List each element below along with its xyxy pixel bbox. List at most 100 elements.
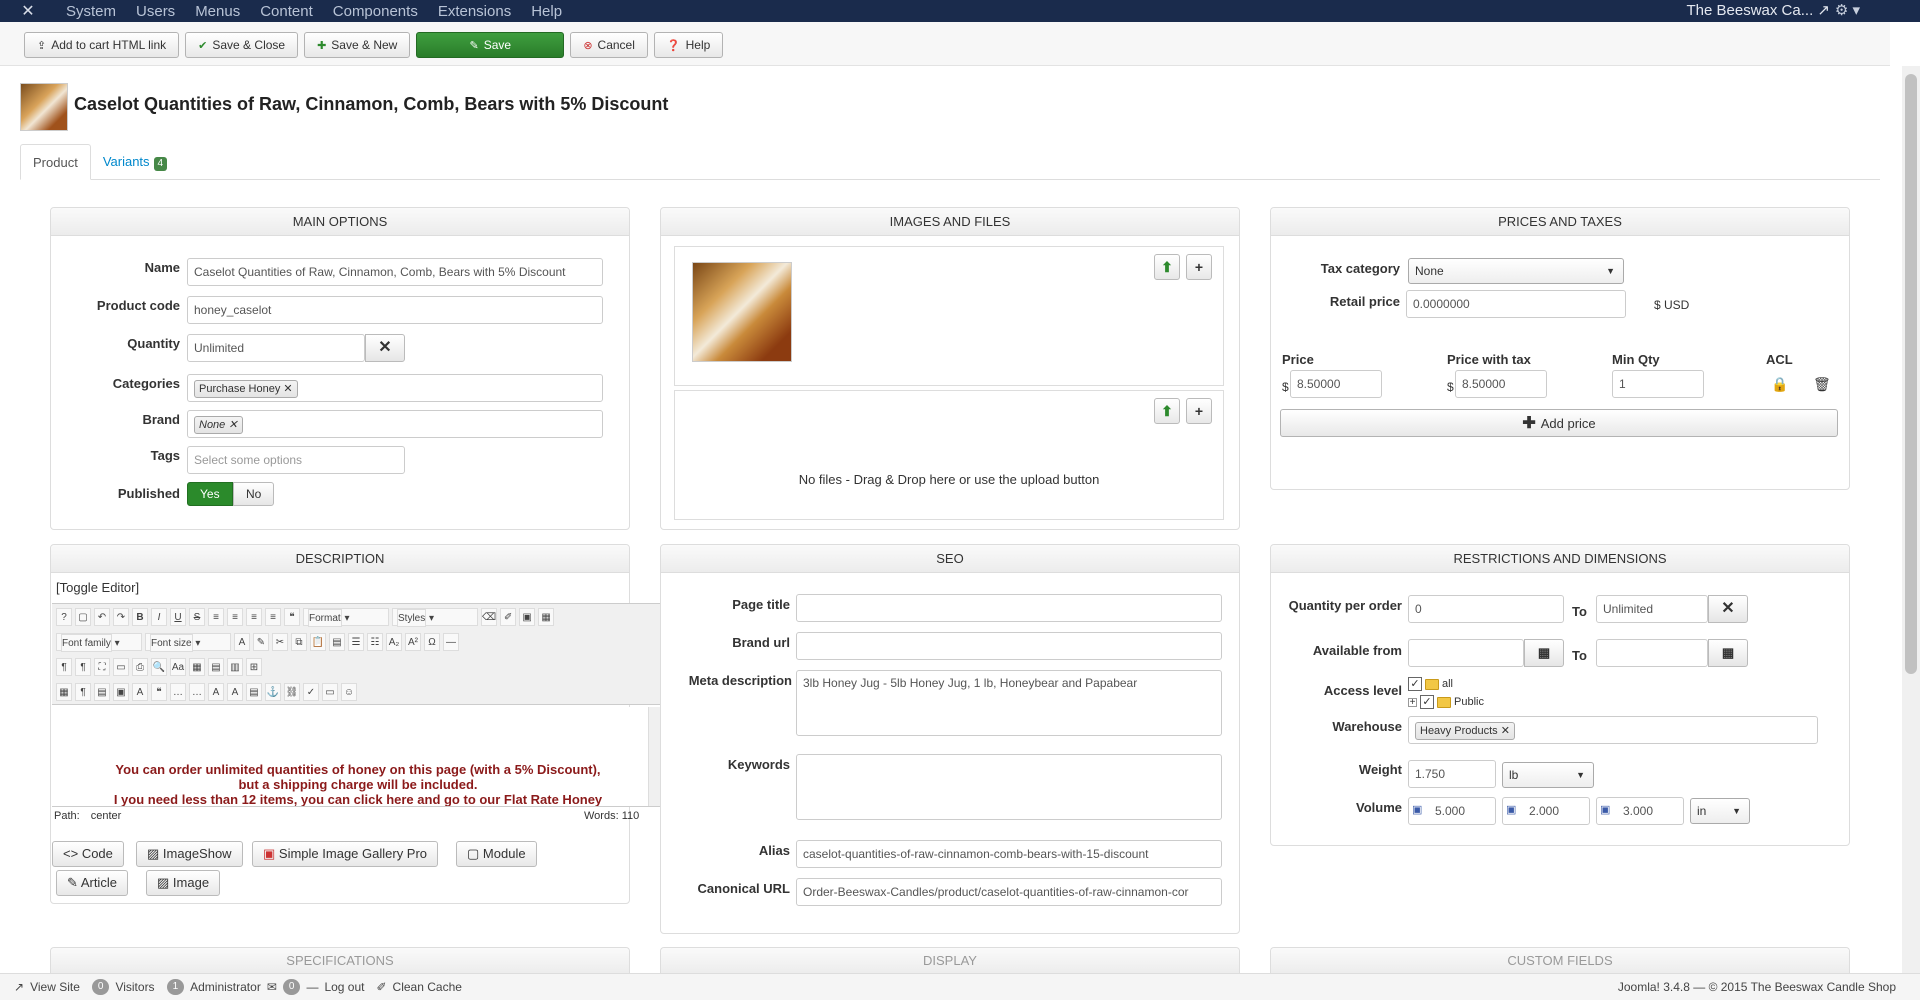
preview-icon[interactable]: ▭ <box>113 657 129 676</box>
table-icon[interactable]: ▦ <box>189 657 205 676</box>
page-title-input[interactable] <box>796 594 1222 622</box>
tab-product[interactable]: Product <box>20 144 91 180</box>
styles-select[interactable]: Styles ▾ <box>392 607 478 627</box>
attribs-icon[interactable]: ▤ <box>246 682 262 701</box>
published-yes-button[interactable]: Yes <box>187 482 233 506</box>
rtl-icon[interactable]: ¶ <box>75 657 91 676</box>
list-icon[interactable]: ☰ <box>348 632 364 651</box>
search-icon[interactable]: 🔍 <box>151 657 167 676</box>
strike-icon[interactable]: S <box>189 607 205 626</box>
retail-price-input[interactable]: 0.0000000 <box>1406 290 1626 318</box>
expand-icon[interactable]: + <box>1408 697 1417 707</box>
warehouse-input[interactable]: Heavy Products ✕ <box>1408 716 1818 744</box>
omega-icon[interactable]: Ω <box>424 632 440 651</box>
clean-cache-link[interactable]: Clean Cache <box>393 980 462 994</box>
eraser-icon[interactable]: ⌫ <box>481 607 498 626</box>
image-icon[interactable]: ▦ <box>538 607 555 626</box>
site-link[interactable]: The Beeswax Ca... ↗ <box>1687 0 1830 22</box>
new-doc-icon[interactable]: ▢ <box>75 607 91 626</box>
font-size-select[interactable]: Font size ▾ <box>145 632 231 652</box>
brand-input[interactable]: None ✕ <box>187 410 603 438</box>
price-with-tax-input[interactable]: 8.50000 <box>1455 370 1547 398</box>
add-price-button[interactable]: ✚ Add price <box>1280 409 1838 437</box>
template-icon[interactable]: ▤ <box>94 682 110 701</box>
product-image[interactable] <box>692 262 792 362</box>
pilcrow-icon[interactable]: ¶ <box>75 682 91 701</box>
cut-icon[interactable]: ✂ <box>272 632 288 651</box>
save-button[interactable]: ✎ Save <box>416 32 565 58</box>
cite-icon[interactable]: ❝ <box>151 682 167 701</box>
weight-unit-select[interactable]: lb ▼ <box>1502 762 1594 788</box>
paste-text-icon[interactable]: ▤ <box>329 632 345 651</box>
lock-icon[interactable]: 🔒 <box>1771 376 1788 393</box>
editor-image-button[interactable]: ▨ Image <box>146 870 221 896</box>
align-center-icon[interactable]: ≡ <box>227 607 243 626</box>
brush-icon[interactable]: ✐ <box>500 607 517 626</box>
quantity-input[interactable]: Unlimited <box>187 334 365 362</box>
remove-chip-icon[interactable]: ✕ <box>283 383 292 395</box>
format-select[interactable]: Format ▾ <box>303 607 389 627</box>
del-icon[interactable]: A <box>208 682 224 701</box>
anchor-icon[interactable]: ⚓ <box>265 682 281 701</box>
menu-extensions[interactable]: Extensions <box>428 3 521 20</box>
min-qty-input[interactable]: 1 <box>1612 370 1704 398</box>
spell-icon[interactable]: ✓ <box>303 682 319 701</box>
table-col-icon[interactable]: ▥ <box>227 657 243 676</box>
save-close-button[interactable]: ✔ Save & Close <box>185 32 299 58</box>
joomla-logo-icon[interactable]: ✕ <box>0 1 56 21</box>
clear-quantity-button[interactable]: ✕ <box>365 334 405 362</box>
underline-icon[interactable]: U <box>170 607 186 626</box>
menu-help[interactable]: Help <box>521 3 572 20</box>
logout-link[interactable]: Log out <box>324 980 364 994</box>
quantity-max-input[interactable]: Unlimited <box>1596 595 1708 623</box>
paste-icon[interactable]: 📋 <box>310 632 326 651</box>
add-to-cart-link-button[interactable]: ⇪ Add to cart HTML link <box>24 32 180 58</box>
canonical-url-input[interactable]: Order-Beeswax-Candles/product/caselot-qu… <box>796 878 1222 906</box>
remove-chip-icon[interactable]: ✕ <box>1501 725 1510 737</box>
tags-input[interactable]: Select some options <box>187 446 405 474</box>
tax-category-select[interactable]: None ▼ <box>1408 258 1624 284</box>
scrollbar-thumb[interactable] <box>1905 74 1917 674</box>
editor-gallery-button[interactable]: ▣ Simple Image Gallery Pro <box>252 841 439 867</box>
available-from-calendar-button[interactable]: ▦ <box>1524 639 1564 667</box>
upload-image-button[interactable]: ⬆ <box>1154 254 1180 280</box>
cancel-button[interactable]: ⊗ Cancel <box>570 32 648 58</box>
bold-icon[interactable]: B <box>132 607 148 626</box>
price-input[interactable]: 8.50000 <box>1290 370 1382 398</box>
trash-icon[interactable]: 🗑 <box>1813 376 1831 393</box>
weight-input[interactable]: 1.750 <box>1408 760 1496 788</box>
add-file-button[interactable]: + <box>1186 398 1212 424</box>
save-new-button[interactable]: ✚ Save & New <box>304 32 411 58</box>
tab-variants[interactable]: Variants 4 <box>91 144 179 180</box>
justify-icon[interactable]: ≡ <box>265 607 281 626</box>
available-to-input[interactable] <box>1596 639 1708 667</box>
superscript-icon[interactable]: A² <box>405 632 421 651</box>
layer-icon[interactable]: ▭ <box>322 682 338 701</box>
access-public-checkbox[interactable]: ✓ <box>1420 695 1434 709</box>
quantity-min-input[interactable]: 0 <box>1408 595 1564 623</box>
upload-file-button[interactable]: ⬆ <box>1154 398 1180 424</box>
print-icon[interactable]: ⎙ <box>132 657 148 676</box>
remove-chip-icon[interactable]: ✕ <box>228 419 237 431</box>
ins-icon[interactable]: A <box>227 682 243 701</box>
add-image-button[interactable]: + <box>1186 254 1212 280</box>
merge-icon[interactable]: ⊞ <box>246 657 262 676</box>
grid-icon[interactable]: ▦ <box>56 682 72 701</box>
editor-code-button[interactable]: <> Code <box>52 841 124 867</box>
menu-system[interactable]: System <box>56 3 126 20</box>
help-button[interactable]: ❓ Help <box>653 32 724 58</box>
undo-icon[interactable]: ↶ <box>94 607 110 626</box>
editor-module-button[interactable]: ▢ Module <box>456 841 537 867</box>
table-row-icon[interactable]: ▤ <box>208 657 224 676</box>
envelope-icon[interactable]: ✉ <box>267 980 277 994</box>
product-code-input[interactable]: honey_caselot <box>187 296 603 324</box>
menu-content[interactable]: Content <box>250 3 323 20</box>
categories-input[interactable]: Purchase Honey ✕ <box>187 374 603 402</box>
quote-icon[interactable]: ❝ <box>284 607 300 626</box>
hr-icon[interactable]: — <box>443 632 459 651</box>
gear-icon[interactable]: ⚙ ▾ <box>1835 0 1860 22</box>
meta-description-textarea[interactable]: 3lb Honey Jug - 5lb Honey Jug, 1 lb, Hon… <box>796 670 1222 736</box>
clear-max-quantity-button[interactable]: ✕ <box>1708 595 1748 623</box>
abbr-icon[interactable]: … <box>170 682 186 701</box>
description-editor[interactable]: You can order unlimited quantities of ho… <box>52 707 662 807</box>
